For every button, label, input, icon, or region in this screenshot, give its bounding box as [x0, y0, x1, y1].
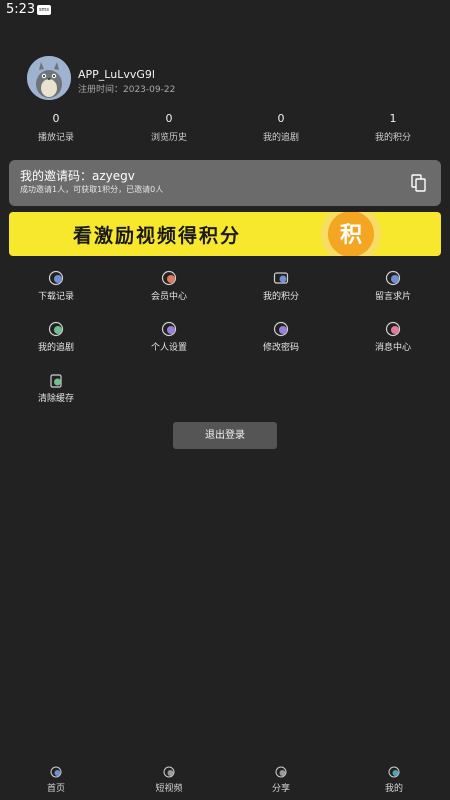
- stat-label: 播放记录: [37, 133, 74, 143]
- menu-change-password[interactable]: 修改密码: [236, 321, 326, 353]
- logout-button[interactable]: 退出登录: [173, 422, 277, 449]
- invite-card: 我的邀请码：azyegv 成功邀请1人，可获取1积分，已邀请0人: [9, 160, 441, 206]
- menu-label: 个人设置: [150, 343, 187, 353]
- nav-home[interactable]: 首页: [26, 766, 86, 794]
- sms-notification-icon: sms: [37, 5, 51, 15]
- menu-label: 我的追剧: [37, 343, 74, 353]
- menu-label: 消息中心: [374, 343, 411, 353]
- menu-clear-cache[interactable]: 清除缓存: [11, 372, 101, 404]
- menu-label: 修改密码: [262, 343, 299, 353]
- stat-value: 0: [52, 112, 60, 125]
- message-request-icon: [385, 270, 401, 286]
- stat-value: 0: [165, 112, 173, 125]
- password-lock-icon: [273, 321, 289, 337]
- menu-vip-center[interactable]: 会员中心: [124, 270, 214, 302]
- stat-browse-history[interactable]: 0 浏览历史: [124, 112, 214, 143]
- invite-description: 成功邀请1人，可获取1积分，已邀请0人: [20, 185, 164, 194]
- coin-character: 积: [340, 223, 362, 248]
- username: APP_LuLvvG9l: [78, 68, 155, 81]
- bottom-nav: 首页 短视频 分享 我的: [0, 766, 450, 800]
- share-icon: [275, 766, 287, 778]
- menu-message-center[interactable]: 消息中心: [348, 321, 438, 353]
- settings-icon: [161, 321, 177, 337]
- nav-mine[interactable]: 我的: [364, 766, 424, 794]
- menu-label: 下载记录: [37, 292, 74, 302]
- vip-badge-icon: [161, 270, 177, 286]
- stat-label: 我的积分: [374, 133, 411, 143]
- avatar[interactable]: [27, 56, 71, 100]
- nav-share[interactable]: 分享: [251, 766, 311, 794]
- menu-label: 留言求片: [374, 292, 411, 302]
- trash-icon: [50, 374, 62, 388]
- menu-personal-settings[interactable]: 个人设置: [124, 321, 214, 353]
- reward-video-banner[interactable]: 看激励视频得积分 积: [9, 212, 441, 256]
- stats-row: 0 播放记录 0 浏览历史 0 我的追剧 1 我的积分: [0, 112, 450, 146]
- menu-request-film[interactable]: 留言求片: [348, 270, 438, 302]
- stat-my-points[interactable]: 1 我的积分: [348, 112, 438, 143]
- menu-my-follows[interactable]: 我的追剧: [11, 321, 101, 353]
- download-icon: [48, 270, 64, 286]
- banner-text: 看激励视频得积分: [73, 225, 242, 247]
- status-time: 5:23: [6, 2, 36, 17]
- follow-icon: [48, 321, 64, 337]
- stat-value: 1: [389, 112, 397, 125]
- menu-label: 我的积分: [262, 292, 299, 302]
- points-coin-icon: 积: [321, 212, 381, 256]
- stat-value: 0: [277, 112, 285, 125]
- registration-date: 注册时间：2023-09-22: [78, 85, 176, 95]
- status-bar: 5:23 sms: [0, 0, 450, 24]
- menu-label: 会员中心: [150, 292, 187, 302]
- totoro-avatar-icon: [27, 56, 71, 100]
- stat-label: 浏览历史: [150, 133, 187, 143]
- nav-label: 分享: [271, 784, 290, 794]
- nav-short-video[interactable]: 短视频: [139, 766, 199, 794]
- stat-my-follows[interactable]: 0 我的追剧: [236, 112, 326, 143]
- bell-icon: [385, 321, 401, 337]
- stat-label: 我的追剧: [262, 133, 299, 143]
- short-video-icon: [163, 766, 175, 778]
- profile-icon: [388, 766, 400, 778]
- nav-label: 我的: [384, 784, 403, 794]
- nav-label: 首页: [46, 784, 65, 794]
- nav-label: 短视频: [155, 784, 183, 794]
- home-icon: [50, 766, 62, 778]
- menu-label: 清除缓存: [37, 394, 74, 404]
- stat-play-history[interactable]: 0 播放记录: [11, 112, 101, 143]
- invite-code: 我的邀请码：azyegv: [20, 169, 135, 183]
- menu-download-records[interactable]: 下载记录: [11, 270, 101, 302]
- copy-icon[interactable]: [411, 174, 427, 192]
- menu-my-points[interactable]: 我的积分: [236, 270, 326, 302]
- wallet-icon: [273, 272, 289, 284]
